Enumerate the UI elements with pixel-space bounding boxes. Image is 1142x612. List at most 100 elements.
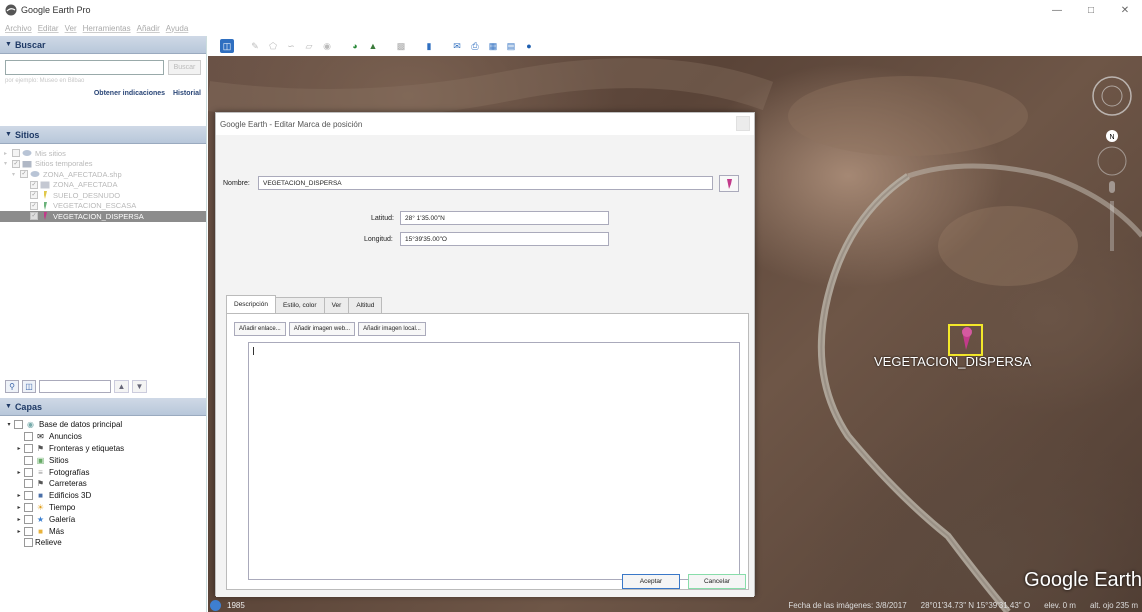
view-maps-icon[interactable]: ▤ (504, 39, 518, 53)
checkbox[interactable] (24, 502, 33, 512)
minimize-icon[interactable]: — (1040, 0, 1074, 20)
search-button[interactable]: Buscar (168, 60, 201, 75)
dialog-close-icon[interactable] (736, 116, 750, 131)
checkbox[interactable]: ✓ (30, 191, 38, 200)
tree-item-zona-afectada[interactable]: ✓ ZONA_AFECTADA (0, 180, 206, 191)
collapse-icon[interactable]: ▾ (4, 421, 14, 428)
checkbox[interactable] (24, 467, 33, 477)
accept-button[interactable]: Aceptar (622, 574, 680, 589)
dialog-title-bar[interactable]: Google Earth - Editar Marca de posición (216, 113, 754, 135)
sidebar-toggle-icon[interactable]: ◫ (220, 39, 234, 53)
checkbox[interactable]: ✓ (30, 180, 38, 189)
panel-toggle-icon[interactable]: ◫ (22, 379, 36, 393)
cancel-button[interactable]: Cancelar (688, 574, 746, 589)
add-polygon-icon[interactable]: ⬠ (266, 39, 280, 53)
layer-base-datos[interactable]: ▾ ◉ Base de datos principal (0, 419, 206, 431)
layer-relieve[interactable]: Relieve (0, 537, 206, 549)
search-panel-header[interactable]: ▼ Buscar (0, 36, 206, 54)
placemark-icon-button[interactable] (719, 175, 739, 192)
maximize-icon[interactable]: □ (1074, 0, 1108, 20)
checkbox[interactable] (24, 538, 33, 548)
checkbox[interactable]: ✓ (12, 159, 20, 168)
checkbox[interactable] (24, 526, 33, 536)
tab-estilo-color[interactable]: Estilo, color (274, 297, 325, 313)
layers-panel-header[interactable]: ▼ Capas (0, 398, 206, 416)
checkbox[interactable] (12, 149, 20, 158)
checkbox[interactable] (24, 455, 33, 465)
add-web-image-button[interactable]: Añadir imagen web... (288, 322, 356, 336)
add-local-image-button[interactable]: Añadir imagen local... (358, 322, 426, 336)
checkbox[interactable] (24, 432, 33, 442)
layer-carreteras[interactable]: ⚑ Carreteras (0, 478, 206, 490)
checkbox[interactable] (24, 491, 33, 501)
collapse-icon[interactable]: ▾ (12, 171, 20, 178)
expand-icon[interactable]: ▸ (14, 492, 24, 499)
close-icon[interactable]: ✕ (1108, 0, 1142, 20)
menu-ver[interactable]: Ver (65, 24, 77, 33)
expand-icon[interactable]: ▸ (14, 445, 24, 452)
record-tour-icon[interactable]: ◉ (320, 39, 334, 53)
add-overlay-icon[interactable]: ▱ (302, 39, 316, 53)
planets-icon[interactable]: ▩ (394, 39, 408, 53)
placemark-label[interactable]: VEGETACION_DISPERSA (874, 354, 1031, 369)
layer-sitios[interactable]: ▣ Sitios (0, 454, 206, 466)
layer-tiempo[interactable]: ▸ ☀ Tiempo (0, 502, 206, 514)
menu-anadir[interactable]: Añadir (137, 24, 160, 33)
menu-archivo[interactable]: Archivo (5, 24, 32, 33)
name-field[interactable]: VEGETACION_DISPERSA (258, 176, 713, 190)
ruler-icon[interactable]: ▮ (422, 39, 436, 53)
checkbox[interactable] (24, 479, 33, 489)
arrow-down-icon[interactable]: ▼ (132, 379, 147, 393)
print-icon[interactable]: ⎙ (468, 39, 482, 53)
menu-editar[interactable]: Editar (38, 24, 59, 33)
description-textarea[interactable] (248, 342, 740, 580)
latitude-field[interactable]: 28° 1'35.00"N (400, 211, 609, 225)
history-link[interactable]: Historial (173, 90, 201, 97)
expand-icon[interactable]: ▸ (14, 528, 24, 535)
layer-anuncios[interactable]: ✉ Anuncios (0, 431, 206, 443)
add-placemark-icon[interactable]: ✎ (248, 39, 262, 53)
tab-descripcion[interactable]: Descripción (226, 295, 276, 313)
layer-galeria[interactable]: ▸ ★ Galería (0, 513, 206, 525)
expand-icon[interactable]: ▸ (14, 516, 24, 523)
tree-item-vegetacion-dispersa[interactable]: ✓ VEGETACION_DISPERSA (0, 211, 206, 222)
tab-ver[interactable]: Ver (323, 297, 350, 313)
directions-link[interactable]: Obtener indicaciones (94, 90, 165, 97)
historical-year-indicator[interactable]: 1985 (210, 599, 245, 611)
menu-herramientas[interactable]: Herramientas (83, 24, 131, 33)
expand-icon[interactable]: ▸ (4, 150, 12, 157)
email-icon[interactable]: ✉ (450, 39, 464, 53)
tree-item-vegetacion-escasa[interactable]: ✓ VEGETACION_ESCASA (0, 201, 206, 212)
sunlight-icon[interactable]: ▲ (366, 39, 380, 53)
arrow-up-icon[interactable]: ▲ (114, 379, 129, 393)
expand-icon[interactable]: ▸ (14, 469, 24, 476)
tree-item-my-places[interactable]: ▸ Mis sitios (0, 148, 206, 159)
tree-item-suelo-desnudo[interactable]: ✓ SUELO_DESNUDO (0, 190, 206, 201)
checkbox[interactable] (14, 420, 23, 430)
checkbox[interactable]: ✓ (20, 170, 28, 179)
layer-fronteras[interactable]: ▸ ⚑ Fronteras y etiquetas (0, 443, 206, 455)
layer-mas[interactable]: ▸ ■ Más (0, 525, 206, 537)
checkbox[interactable]: ✓ (30, 201, 38, 210)
add-link-button[interactable]: Añadir enlace... (234, 322, 286, 336)
checkbox[interactable]: ✓ (30, 212, 38, 221)
tab-altitud[interactable]: Altitud (348, 297, 383, 313)
historical-imagery-icon[interactable]: ◕ (348, 39, 362, 53)
checkbox[interactable] (24, 443, 33, 453)
layer-edificios[interactable]: ▸ ■ Edificios 3D (0, 490, 206, 502)
collapse-icon[interactable]: ▾ (4, 160, 12, 167)
menu-ayuda[interactable]: Ayuda (166, 24, 189, 33)
checkbox[interactable] (24, 514, 33, 524)
search-input[interactable] (5, 60, 164, 75)
search-places-icon[interactable]: ⚲ (5, 379, 19, 393)
places-filter-field[interactable] (39, 379, 111, 393)
tree-item-temp-places[interactable]: ▾ ✓ Sitios temporales (0, 159, 206, 170)
add-path-icon[interactable]: ∽ (284, 39, 298, 53)
places-panel-header[interactable]: ▼ Sitios (0, 126, 206, 144)
layer-fotografias[interactable]: ▸ ≡ Fotografías (0, 466, 206, 478)
tree-item-shp[interactable]: ▾ ✓ ZONA_AFECTADA.shp (0, 169, 206, 180)
compass-icon[interactable]: N (1092, 76, 1132, 256)
placemark-selection-box[interactable] (948, 324, 983, 356)
earth-icon[interactable]: ● (522, 39, 536, 53)
save-image-icon[interactable]: ▦ (486, 39, 500, 53)
